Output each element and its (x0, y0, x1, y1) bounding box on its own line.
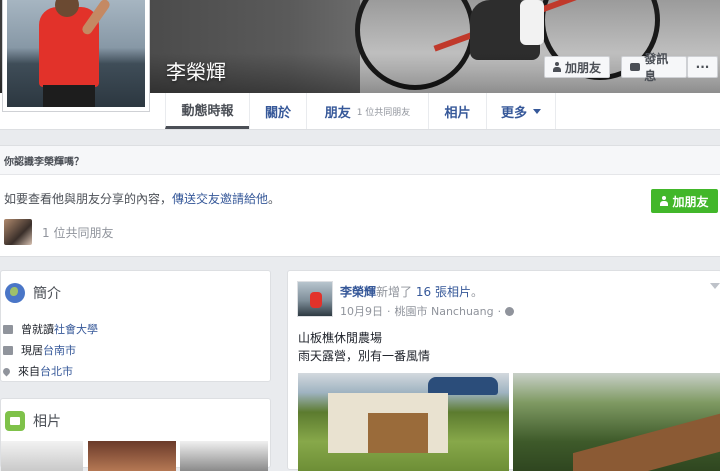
intro-current-city-link[interactable]: 台南市 (43, 344, 76, 357)
photo-thumbnail[interactable] (1, 441, 83, 471)
know-box-heading: 你認識李榮輝嗎？ (0, 145, 720, 175)
home-icon (3, 345, 13, 355)
tab-friends[interactable]: 朋友 1 位共同朋友 (306, 93, 428, 129)
mutual-friends-count[interactable]: 1 位共同朋友 (42, 224, 113, 241)
post-author-avatar[interactable] (297, 281, 333, 317)
post-action: 新增了 (376, 285, 413, 299)
education-icon (3, 324, 13, 334)
know-box: 如要查看他與朋友分享的內容，傳送交友邀請給他。 1 位共同朋友 加朋友 (0, 175, 720, 257)
intro-education-text: 曾就讀社會大學 (21, 321, 98, 337)
photos-icon (5, 411, 25, 431)
tab-timeline[interactable]: 動態時報 (165, 93, 249, 129)
tab-more[interactable]: 更多 (486, 93, 556, 129)
intro-hometown-text: 來自台北市 (18, 363, 73, 379)
photos-title-label: 相片 (33, 414, 61, 430)
add-friend-icon (553, 62, 561, 72)
post-author-name[interactable]: 李榮輝 (340, 285, 376, 299)
tab-timeline-label: 動態時報 (181, 104, 234, 119)
bench-shape (573, 412, 720, 471)
intro-title-label: 簡介 (33, 286, 61, 302)
more-options-label: ··· (695, 60, 710, 74)
chevron-down-icon (533, 108, 541, 114)
add-friend-icon (660, 196, 669, 206)
tab-photos-label: 相片 (444, 105, 471, 121)
tab-about[interactable]: 關於 (249, 93, 306, 129)
post-text-line: 山板樵休閒農場 (298, 331, 383, 345)
profile-name[interactable]: 李榮輝 (166, 56, 226, 85)
add-friend-green-button[interactable]: 加朋友 (651, 189, 718, 213)
post-photo[interactable] (513, 373, 720, 471)
post-text-line: 雨天露營，別有一番風情 (298, 349, 431, 363)
post-meta-separator: · (497, 304, 502, 318)
post-photo[interactable] (298, 373, 509, 471)
intro-current-city: 現居台南市 (3, 342, 76, 358)
intro-hometown-prefix: 來自 (18, 365, 40, 378)
intro-title: 簡介 (5, 283, 61, 303)
post-location[interactable]: 桃園市 Nanchuang (395, 303, 494, 319)
globe-icon (5, 283, 25, 303)
post-meta: 10月9日 · 桃園市 Nanchuang · (340, 303, 515, 319)
post-meta-separator: · (387, 304, 391, 318)
tab-photos[interactable]: 相片 (428, 93, 486, 129)
mutual-friend-avatar[interactable] (4, 219, 32, 245)
know-box-suffix: 。 (268, 192, 281, 206)
tab-friends-label: 朋友 (324, 105, 351, 121)
intro-current-city-prefix: 現居 (21, 344, 43, 357)
message-label: 發訊息 (644, 52, 669, 83)
photo-thumbnail[interactable] (88, 441, 176, 471)
add-friend-button[interactable]: 加朋友 (544, 56, 610, 78)
intro-education-link[interactable]: 社會大學 (54, 323, 98, 336)
location-pin-icon (1, 366, 12, 376)
mutual-friends[interactable]: 1 位共同朋友 (4, 219, 113, 245)
know-box-prefix: 如要查看他與朋友分享的內容， (4, 192, 173, 206)
tab-more-label: 更多 (500, 105, 527, 121)
intro-card: 簡介 曾就讀社會大學 現居台南市 來自台北市 (0, 270, 271, 382)
table-shape (368, 413, 428, 453)
more-options-button[interactable]: ··· (687, 56, 718, 78)
photo-thumbnail[interactable] (180, 441, 268, 471)
message-button[interactable]: 發訊息 (621, 52, 687, 83)
tab-friends-mutual-count: 1 位共同朋友 (356, 107, 411, 118)
photos-card: 相片 (0, 398, 271, 471)
intro-hometown-link[interactable]: 台北市 (40, 365, 73, 378)
know-box-text: 如要查看他與朋友分享的內容，傳送交友邀請給他。 (4, 190, 280, 207)
feed-post: 李榮輝新增了 16 張相片。 10月9日 · 桃園市 Nanchuang · 山… (287, 270, 720, 471)
chevron-down-icon[interactable] (710, 283, 720, 289)
profile-photo (7, 0, 145, 107)
message-icon (630, 63, 641, 71)
cyclist-sock (520, 0, 544, 45)
tab-about-label: 關於 (264, 105, 291, 121)
add-friend-label: 加朋友 (565, 60, 602, 75)
add-friend-green-label: 加朋友 (672, 194, 709, 209)
post-photos-link[interactable]: 16 張相片 (416, 285, 471, 299)
profile-picture[interactable] (2, 0, 150, 112)
person-pants (43, 85, 95, 107)
intro-education-prefix: 曾就讀 (21, 323, 54, 336)
post-date[interactable]: 10月9日 (340, 303, 383, 319)
post-header: 李榮輝新增了 16 張相片。 (340, 283, 483, 300)
intro-education: 曾就讀社會大學 (3, 321, 98, 337)
post-action-suffix: 。 (470, 285, 483, 299)
photos-title[interactable]: 相片 (5, 411, 61, 431)
globe-icon (505, 306, 515, 316)
send-friend-request-link[interactable]: 傳送交友邀請給他 (172, 192, 268, 206)
intro-hometown: 來自台北市 (1, 363, 73, 379)
intro-current-city-text: 現居台南市 (21, 342, 76, 358)
